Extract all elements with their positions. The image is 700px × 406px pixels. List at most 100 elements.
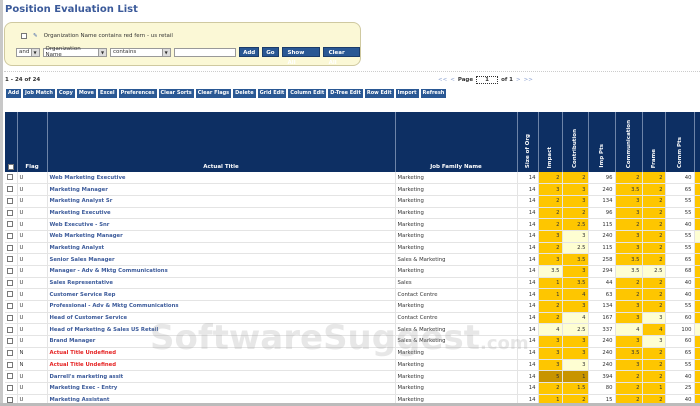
clear-flags-button[interactable]: Clear Flags [195,89,232,98]
grid-edit-button[interactable]: Grid Edit [257,89,287,98]
row-checkbox[interactable] [7,186,13,193]
row-checkbox[interactable] [7,209,13,216]
table-row[interactable]: N Actual Title Undefined Marketing 14 3 3 240 3… [5,347,700,360]
first-page-link[interactable]: << [438,77,447,83]
row-checkbox[interactable] [7,303,13,310]
row-checkbox[interactable] [7,256,13,263]
row-checkbox[interactable] [7,174,13,181]
table-row[interactable]: U Brand Manager Sales & Marketing 14 3 3 240 3 3… [5,335,700,348]
table-row[interactable]: U Darrell's marketing assit Marketing 14 5 1 3… [5,370,700,383]
criteria-checkbox[interactable] [21,33,27,39]
actual-title-link[interactable]: Manager - Adv & Mktg Communications [47,265,396,278]
actual-title-link[interactable]: Actual Title Undefined [47,347,396,360]
column-header-size-of-org[interactable]: Size of Org [517,112,539,172]
row-checkbox[interactable] [7,396,13,403]
table-row[interactable]: U Web Marketing Manager Marketing 14 3 3 240 3 2… [5,230,700,243]
row-checkbox[interactable] [7,384,13,391]
actual-title-link[interactable]: Head of Customer Service [47,312,396,325]
actual-title-link[interactable]: Darrell's marketing assit [47,370,396,383]
row-checkbox[interactable] [7,233,13,240]
copy-button[interactable]: Copy [56,89,75,98]
actual-title-link[interactable]: Professional - Adv & Mktg Communications [47,300,396,313]
table-row[interactable]: U Senior Sales Manager Sales & Marketing 14… [5,253,700,266]
table-row[interactable]: U Sales Representative Sales 14 1 3.5 44 2 2 40 [5,277,700,290]
actual-title-link[interactable]: Sales Representative [47,277,396,290]
table-row[interactable]: U Professional - Adv & Mktg Communication… [5,300,700,313]
table-row[interactable]: U Marketing Executive Marketing 14 2 2 96 3 2 55 [5,207,700,220]
row-checkbox[interactable] [7,361,13,368]
row-checkbox[interactable] [7,338,13,345]
operator-select[interactable]: contains ▼ [110,47,171,57]
table-row[interactable]: U Customer Service Rep Contact Centre 14 1 4 6… [5,288,700,302]
table-row[interactable]: U Head of Customer Service Contact Centre 1… [5,312,700,325]
row-checkbox[interactable] [7,279,13,286]
row-checkbox[interactable] [7,221,13,228]
actual-title-link[interactable]: Marketing Analyst Sr [47,195,396,208]
table-row[interactable]: U Head of Marketing & Sales US Retail Sale… [5,323,700,337]
move-button[interactable]: Move [76,89,96,98]
table-row[interactable]: U Manager - Adv & Mktg Communications Mark… [5,265,700,278]
preferences-button[interactable]: Preferences [118,89,157,98]
page-input[interactable]: 1 [476,76,499,84]
column-header-flag[interactable]: Flag [17,112,48,172]
column-header-comm-pts[interactable]: Comm Pts [665,112,695,172]
actual-title-link[interactable]: Marketing Manager [47,183,396,196]
column-header-communication[interactable]: Communication [615,112,643,172]
go-button[interactable]: Go [262,47,279,57]
actual-title-link[interactable]: Web Marketing Executive [47,172,396,185]
actual-title-link[interactable]: Marketing Exec - Entry [47,382,396,395]
column-header-job-family-name[interactable]: Job Family Name [395,112,518,172]
actual-title-link[interactable]: Brand Manager [47,335,396,348]
table-row[interactable]: U Marketing Analyst Marketing 14 2 2.5 115 3 2 55 [5,242,700,255]
table-row[interactable]: U Web Executive - Snr Marketing 14 2 2.5 115 2 2… [5,218,700,231]
add-button[interactable]: Add [6,89,22,98]
row-checkbox[interactable] [7,197,13,204]
clear-all-button[interactable]: Clear All [322,47,360,66]
table-row[interactable]: U Marketing Manager Marketing 14 3 3 240 3.5 2 65 [5,183,700,196]
table-row[interactable]: U Marketing Analyst Sr Marketing 14 2 3 134 3 2 5… [5,195,700,208]
actual-title-link[interactable]: Senior Sales Manager [47,253,396,266]
actual-title-link[interactable]: Web Executive - Snr [47,218,396,231]
add-filter-button[interactable]: Add [239,47,260,57]
actual-title-link[interactable]: Head of Marketing & Sales US Retail [47,323,396,337]
column-header-imp-pts[interactable]: Imp Pts [588,112,616,172]
column-header-contribution[interactable]: Contribution [562,112,589,172]
field-select[interactable]: Organization Name ▼ [42,46,108,58]
delete-button[interactable]: Delete [233,89,256,98]
actual-title-link[interactable]: Actual Title Undefined [47,359,396,372]
row-checkbox[interactable] [7,291,13,298]
job-match-button[interactable]: Job Match [23,89,55,98]
prev-page-link[interactable]: < [450,77,455,83]
refresh-button[interactable]: Refresh [420,89,447,98]
select-all-checkbox[interactable] [7,163,14,170]
d-tree-edit-button[interactable]: D-Tree Edit [328,89,363,98]
row-checkbox[interactable] [7,268,13,275]
filter-value-input[interactable] [173,47,237,57]
row-checkbox[interactable] [7,373,13,380]
row-checkbox[interactable] [7,244,13,251]
excel-button[interactable]: Excel [97,89,117,98]
actual-title-link[interactable]: Marketing Executive [47,207,396,220]
column-header-more[interactable] [694,112,700,172]
actual-title-link[interactable]: Customer Service Rep [47,288,396,302]
column-header-impact[interactable]: Impact [538,112,563,172]
last-page-link[interactable]: >> [524,77,533,83]
actual-title-link[interactable]: Marketing Analyst [47,242,396,255]
edit-icon[interactable]: ✎ [33,33,38,39]
row-edit-button[interactable]: Row Edit [364,89,394,98]
column-header-frame[interactable]: Frame [642,112,666,172]
row-checkbox[interactable] [7,314,13,321]
column-edit-button[interactable]: Column Edit [288,89,327,98]
column-header-actual-title[interactable]: Actual Title [47,112,396,172]
table-row[interactable]: U Web Marketing Executive Marketing 14 2 2 96 2… [5,172,700,185]
actual-title-link[interactable]: Web Marketing Manager [47,230,396,243]
clear-sorts-button[interactable]: Clear Sorts [158,89,194,98]
table-row[interactable]: U Marketing Exec - Entry Marketing 14 2 1.5 80… [5,382,700,395]
row-checkbox[interactable] [7,349,13,356]
show-all-button[interactable]: Show All [281,47,320,66]
import-button[interactable]: Import [395,89,419,98]
table-row[interactable]: N Actual Title Undefined Marketing 14 3 3 240 3… [5,359,700,372]
conjunction-select[interactable]: and ▼ [16,47,40,57]
row-checkbox[interactable] [7,326,13,333]
next-page-link[interactable]: > [516,77,521,83]
